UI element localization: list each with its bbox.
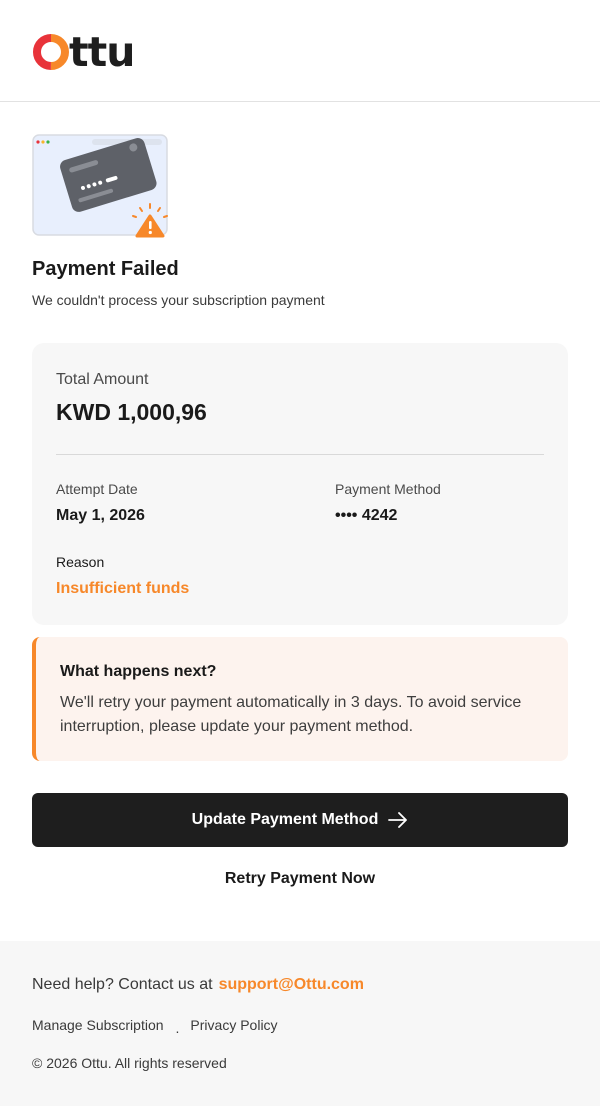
retry-payment-button[interactable]: Retry Payment Now: [200, 870, 400, 894]
attempt-date-label: Attempt Date: [56, 481, 138, 497]
header: ttu: [0, 0, 600, 102]
page-title: Payment Failed: [32, 258, 179, 280]
divider: [56, 454, 544, 455]
reason-value: Insufficient funds: [56, 580, 190, 597]
logo-wordmark: ttu: [69, 28, 135, 76]
ottu-logo[interactable]: ttu: [32, 28, 135, 76]
manage-subscription-link[interactable]: Manage Subscription: [32, 1017, 164, 1033]
help-label: Need help? Contact us at: [32, 976, 213, 993]
privacy-policy-link[interactable]: Privacy Policy: [190, 1017, 277, 1033]
notice-body: We'll retry your payment automatically i…: [60, 694, 522, 735]
link-separator: .: [175, 1020, 180, 1036]
footer: Need help? Contact us at support@Ottu.com…: [0, 941, 600, 1106]
page-subtitle: We couldn't process your subscription pa…: [32, 292, 325, 308]
attempt-date-value: May 1, 2026: [56, 507, 145, 524]
total-amount-label: Total Amount: [56, 371, 149, 388]
copyright: © 2026 Ottu. All rights reserved: [32, 1055, 227, 1071]
reason-label: Reason: [56, 554, 105, 570]
notice-title: What happens next?: [60, 663, 217, 680]
failed-card-illustration: [32, 134, 168, 238]
ottu-logo-icon: [33, 34, 69, 70]
update-payment-method-label: Update Payment Method: [191, 811, 379, 828]
footer-links: Manage Subscription . Privacy Policy: [32, 1017, 278, 1036]
payment-method-label: Payment Method: [335, 481, 441, 497]
update-payment-method-button[interactable]: Update Payment Method: [32, 793, 568, 847]
total-amount-value: KWD 1,000,96: [56, 399, 207, 425]
arrow-right-icon: [388, 812, 408, 828]
support-email-link[interactable]: support@Ottu.com: [219, 976, 364, 993]
help-text: Need help? Contact us at support@Ottu.com: [32, 976, 364, 994]
payment-method-value: •••• 4242: [335, 507, 398, 524]
next-steps-notice: What happens next? We'll retry your paym…: [32, 637, 568, 761]
payment-details-card: Total Amount KWD 1,000,96 Attempt Date M…: [32, 343, 568, 625]
